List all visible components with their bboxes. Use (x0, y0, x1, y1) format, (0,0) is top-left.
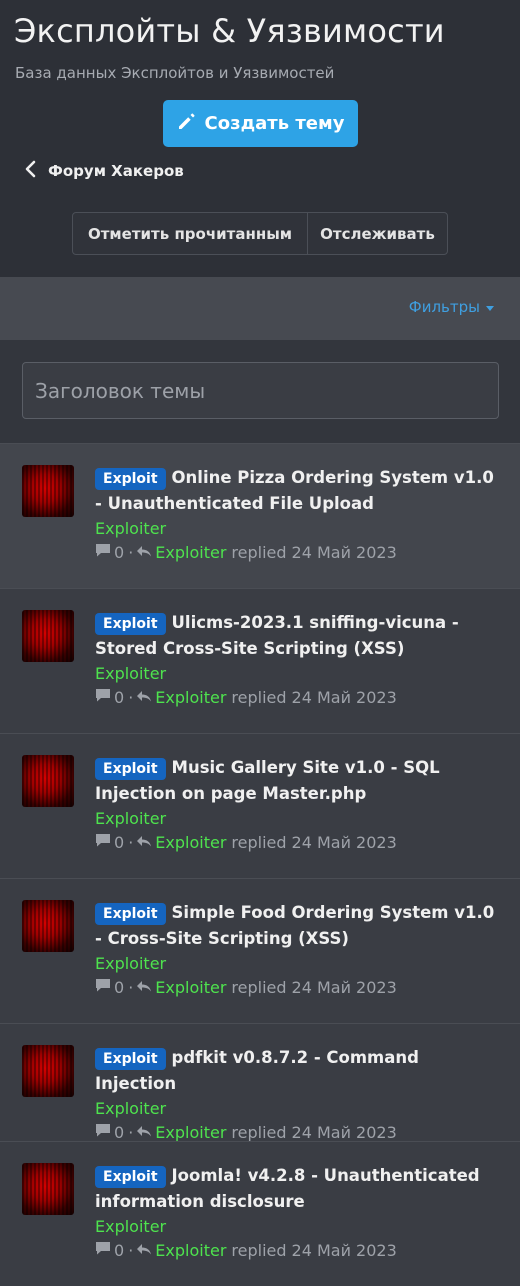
thread-row[interactable]: Exploit Online Pizza Ordering System v1.0… (0, 443, 520, 588)
thread-list: Exploit Online Pizza Ordering System v1.0… (0, 443, 520, 1286)
last-reply-user[interactable]: Exploiter (155, 976, 226, 1000)
create-thread-label: Создать тему (204, 113, 345, 134)
reply-icon (136, 831, 152, 855)
thread-row[interactable]: Exploit Joomla! v4.2.8 - Unauthenticated … (0, 1141, 520, 1286)
chevron-left-icon (24, 160, 38, 182)
thread-author[interactable]: Exploiter (95, 807, 500, 831)
thread-meta: 0 · Exploiter replied 24 Май 2023 (95, 831, 500, 855)
thread-title[interactable]: Exploit Simple Food Ordering System v1.0 … (95, 900, 500, 952)
replied-text: replied (231, 1241, 287, 1260)
last-reply-user[interactable]: Exploiter (155, 541, 226, 565)
breadcrumb-back-link[interactable]: Форум Хакеров (24, 160, 184, 182)
thread-title[interactable]: Exploit Ulicms-2023.1 sniffing-vicuna - S… (95, 610, 500, 662)
comment-icon (95, 541, 111, 565)
thread-row[interactable]: Exploit pdfkit v0.8.7.2 - Command Injecti… (0, 1023, 520, 1142)
mark-read-button[interactable]: Отметить прочитанным (73, 213, 308, 254)
avatar[interactable] (22, 900, 74, 952)
pencil-icon (177, 111, 197, 136)
last-reply-date[interactable]: 24 Май 2023 (292, 686, 397, 710)
thread-author[interactable]: Exploiter (95, 952, 500, 976)
thread-title[interactable]: Exploit Music Gallery Site v1.0 - SQL Inj… (95, 755, 500, 807)
thread-title[interactable]: Exploit Joomla! v4.2.8 - Unauthenticated … (95, 1163, 500, 1215)
thread-row[interactable]: Exploit Ulicms-2023.1 sniffing-vicuna - S… (0, 588, 520, 733)
thread-row[interactable]: Exploit Simple Food Ordering System v1.0 … (0, 878, 520, 1023)
thread-tag: Exploit (95, 758, 166, 780)
thread-tag: Exploit (95, 903, 166, 925)
reply-count: 0 (114, 833, 125, 852)
comment-icon (95, 1239, 111, 1263)
last-reply-date[interactable]: 24 Май 2023 (292, 976, 397, 1000)
thread-row[interactable]: Exploit Music Gallery Site v1.0 - SQL Inj… (0, 733, 520, 878)
thread-meta: 0 · Exploiter replied 24 Май 2023 (95, 686, 500, 710)
watch-button[interactable]: Отслеживать (308, 213, 447, 254)
avatar[interactable] (22, 755, 74, 807)
filters-label: Фильтры (408, 298, 480, 316)
last-reply-date[interactable]: 24 Май 2023 (292, 1239, 397, 1263)
page-subtitle: База данных Эксплойтов и Уязвимостей (15, 64, 335, 82)
thread-title-input[interactable]: Заголовок темы (22, 362, 499, 419)
reply-icon (136, 541, 152, 565)
avatar[interactable] (22, 1163, 74, 1215)
forum-actions: Отметить прочитанным Отслеживать (72, 212, 448, 255)
replied-text: replied (231, 688, 287, 707)
reply-icon (136, 1239, 152, 1263)
thread-author[interactable]: Exploiter (95, 1097, 500, 1121)
last-reply-user[interactable]: Exploiter (155, 686, 226, 710)
thread-tag: Exploit (95, 468, 166, 490)
avatar[interactable] (22, 1045, 74, 1097)
thread-title[interactable]: Exploit Online Pizza Ordering System v1.0… (95, 465, 500, 517)
thread-author[interactable]: Exploiter (95, 662, 500, 686)
last-reply-date[interactable]: 24 Май 2023 (292, 541, 397, 565)
avatar[interactable] (22, 465, 74, 517)
last-reply-user[interactable]: Exploiter (155, 1239, 226, 1263)
reply-count: 0 (114, 1241, 125, 1260)
thread-author[interactable]: Exploiter (95, 1215, 500, 1239)
reply-count: 0 (114, 688, 125, 707)
thread-tag: Exploit (95, 1048, 166, 1070)
replied-text: replied (231, 543, 287, 562)
thread-tag: Exploit (95, 613, 166, 635)
replied-text: replied (231, 978, 287, 997)
thread-meta: 0 · Exploiter replied 24 Май 2023 (95, 1239, 500, 1263)
last-reply-user[interactable]: Exploiter (155, 831, 226, 855)
avatar[interactable] (22, 610, 74, 662)
reply-icon (136, 686, 152, 710)
search-section: Заголовок темы (0, 340, 520, 443)
thread-meta: 0 · Exploiter replied 24 Май 2023 (95, 541, 500, 565)
create-thread-button[interactable]: Создать тему (163, 100, 358, 147)
thread-author[interactable]: Exploiter (95, 517, 500, 541)
reply-count: 0 (114, 543, 125, 562)
breadcrumb-label: Форум Хакеров (48, 162, 184, 180)
thread-title[interactable]: Exploit pdfkit v0.8.7.2 - Command Injecti… (95, 1045, 500, 1097)
page-header: Эксплойты & Уязвимости База данных Экспл… (0, 0, 520, 277)
page-title: Эксплойты & Уязвимости (14, 12, 445, 50)
caret-down-icon (486, 305, 494, 311)
filters-dropdown[interactable]: Фильтры (409, 298, 494, 316)
thread-meta: 0 · Exploiter replied 24 Май 2023 (95, 976, 500, 1000)
filter-bar: Фильтры (0, 277, 520, 340)
thread-tag: Exploit (95, 1166, 166, 1188)
comment-icon (95, 976, 111, 1000)
comment-icon (95, 831, 111, 855)
last-reply-date[interactable]: 24 Май 2023 (292, 831, 397, 855)
replied-text: replied (231, 833, 287, 852)
reply-count: 0 (114, 978, 125, 997)
comment-icon (95, 686, 111, 710)
reply-icon (136, 976, 152, 1000)
